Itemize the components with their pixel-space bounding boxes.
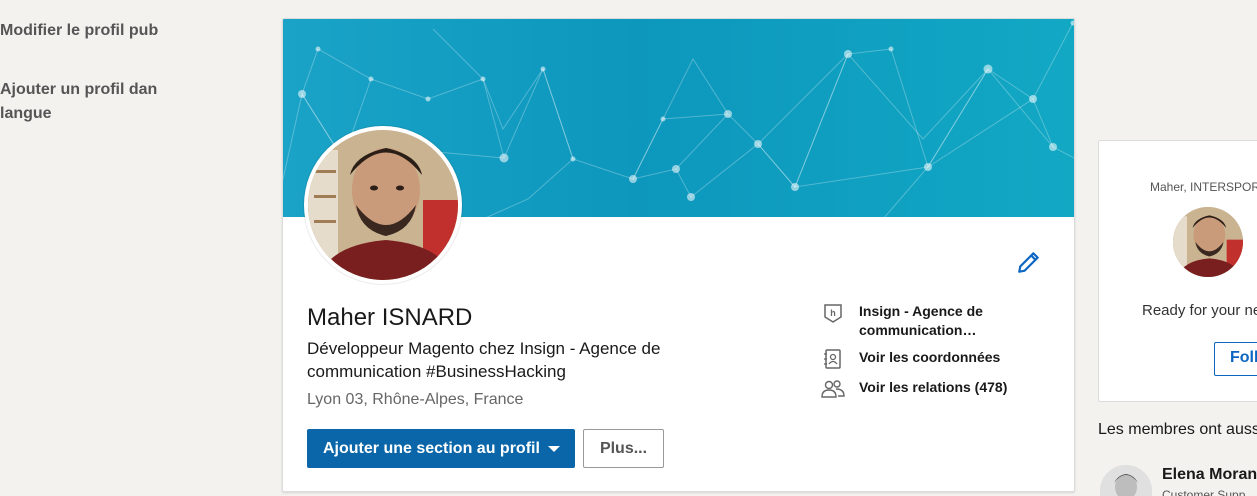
company-link[interactable]: h Insign - Agence de communication… — [821, 302, 1061, 340]
profile-name: Maher ISNARD — [307, 304, 473, 331]
add-language-profile-link[interactable]: Ajouter un profil dan langue — [0, 78, 170, 126]
ad-avatar — [1173, 207, 1243, 277]
add-profile-section-button[interactable]: Ajouter une section au profil — [307, 429, 575, 468]
member-avatar[interactable] — [1100, 465, 1152, 496]
svg-text:h: h — [830, 308, 836, 318]
members-also-viewed-title: Les membres ont auss — [1098, 421, 1257, 438]
contact-info-label: Voir les coordonnées — [859, 349, 1001, 365]
people-icon — [821, 378, 845, 400]
company-logo-icon: h — [821, 302, 845, 324]
profile-location: Lyon 03, Rhône-Alpes, France — [307, 391, 524, 408]
connections-label: Voir les relations (478) — [859, 379, 1008, 395]
ad-text: Ready for your ne — [1142, 302, 1257, 319]
profile-card: Maher ISNARD Développeur Magento chez In… — [282, 18, 1075, 492]
profile-photo — [308, 130, 458, 280]
ad-follow-button[interactable]: Foll — [1214, 342, 1257, 376]
caret-down-icon — [547, 445, 560, 452]
contact-card-icon — [821, 348, 845, 370]
add-profile-section-label: Ajouter une section au profil — [323, 439, 540, 457]
contact-info-link[interactable]: Voir les coordonnées — [821, 348, 1061, 370]
profile-avatar[interactable] — [304, 126, 462, 284]
ad-caption: Maher, INTERSPORT — [1150, 180, 1257, 194]
connections-link[interactable]: Voir les relations (478) — [821, 378, 1061, 400]
more-button[interactable]: Plus... — [583, 429, 664, 468]
profile-headline: Développeur Magento chez Insign - Agence… — [307, 339, 661, 381]
ad-card: Maher, INTERSPORT Ready for your ne Foll — [1098, 140, 1257, 402]
edit-profile-pencil-icon[interactable] — [1016, 249, 1042, 275]
member-name[interactable]: Elena Moran — [1162, 466, 1257, 484]
company-link-label: Insign - Agence de communication… — [859, 303, 983, 338]
edit-public-profile-link[interactable]: Modifier le profil pub — [0, 22, 158, 40]
profile-side-links: h Insign - Agence de communication… Voir… — [821, 302, 1061, 408]
member-subtitle: Customer Supp — [1162, 488, 1246, 496]
